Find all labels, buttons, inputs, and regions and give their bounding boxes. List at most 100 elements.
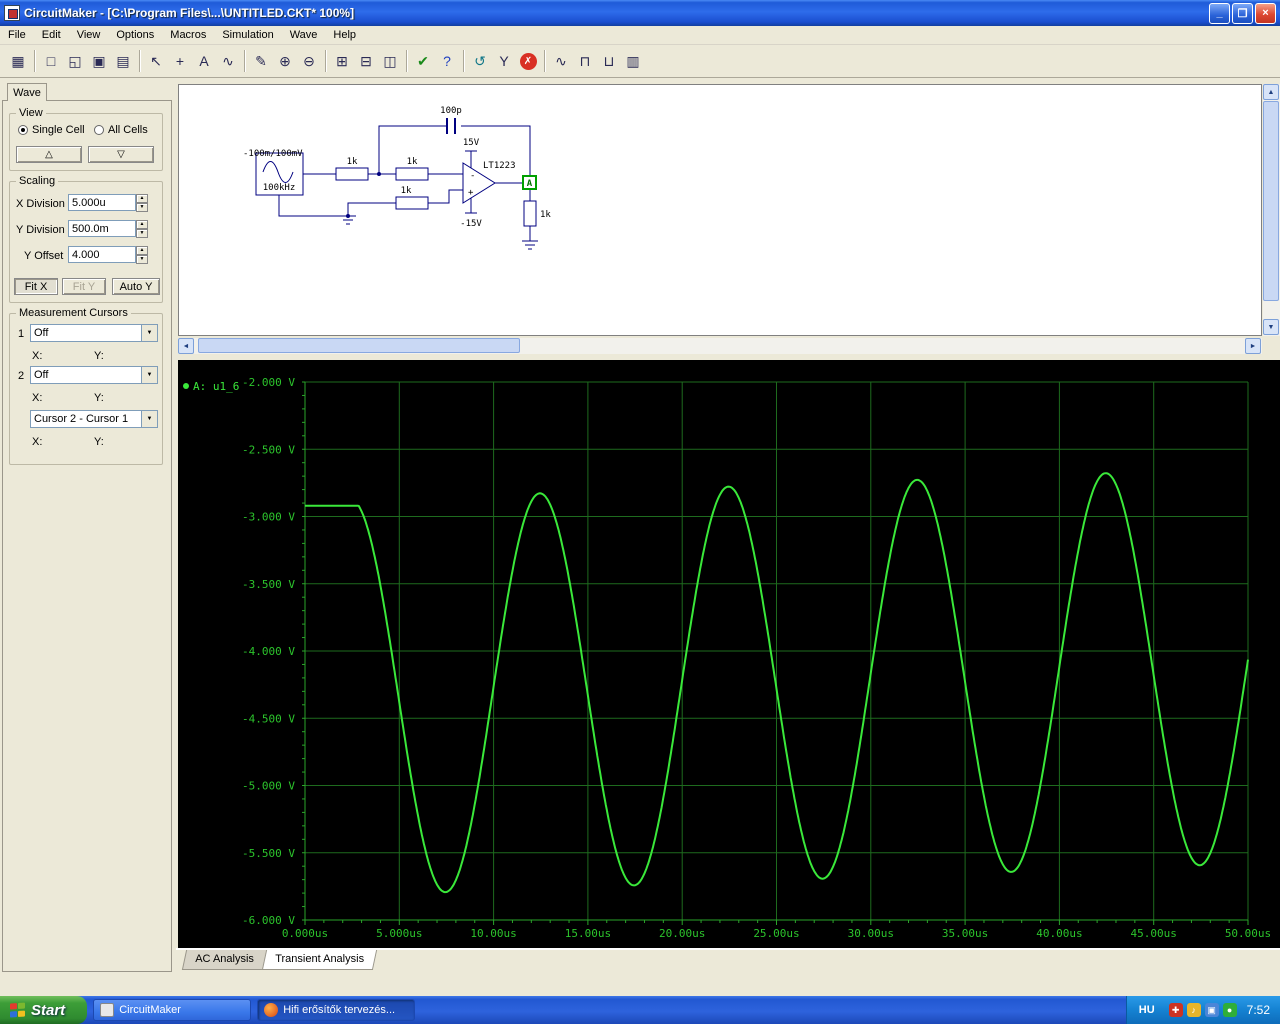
tray-icons: ✚ ♪ ▣ ● <box>1165 1003 1237 1017</box>
resistor-r1[interactable] <box>335 167 369 181</box>
menu-macros[interactable]: Macros <box>162 27 214 43</box>
y-probe-icon[interactable]: Y <box>492 49 516 73</box>
fit-x-button[interactable]: Fit X <box>14 278 58 295</box>
menu-simulation[interactable]: Simulation <box>214 27 281 43</box>
menu-file[interactable]: File <box>0 27 34 43</box>
radio-all-cells[interactable]: All Cells <box>94 124 148 136</box>
y-offset-input[interactable] <box>68 246 136 263</box>
menu-help[interactable]: Help <box>325 27 364 43</box>
spin-down-icon[interactable]: ▼ <box>136 229 148 238</box>
spin-down-icon[interactable]: ▼ <box>136 255 148 264</box>
save-icon[interactable]: ▣ <box>87 49 111 73</box>
spin-up-icon[interactable]: ▲ <box>136 220 148 229</box>
run-simulation-icon[interactable]: ✔ <box>411 49 435 73</box>
probe-tool-icon[interactable]: ✎ <box>249 49 273 73</box>
cell-down-button[interactable]: ▽ <box>88 146 154 163</box>
split-view-icon[interactable]: ◫ <box>378 49 402 73</box>
cursor1-index: 1 <box>18 328 25 340</box>
tab-wave[interactable]: Wave <box>7 83 47 101</box>
scope-display-icon[interactable]: ▥ <box>621 49 645 73</box>
radio-single-cell[interactable]: Single Cell <box>18 124 85 136</box>
schematic-canvas[interactable]: A -100m/100mV 100kHz 1k 1k 1k 100p LT122… <box>178 84 1262 336</box>
cursor-diff-x-label: X: <box>32 436 43 448</box>
zoom-out-icon[interactable]: ⊖ <box>297 49 321 73</box>
cursor2-select[interactable]: Off ▼ <box>30 366 158 384</box>
cell-up-button[interactable]: △ <box>16 146 82 163</box>
schematic-vscrollbar[interactable]: ▲ ▼ <box>1263 84 1280 336</box>
app-icon <box>4 5 20 21</box>
x-division-spinner[interactable]: ▲ ▼ <box>136 194 148 212</box>
volume-icon[interactable]: ♪ <box>1186 1003 1201 1017</box>
auto-y-button[interactable]: Auto Y <box>112 278 160 295</box>
tab-ac-analysis[interactable]: AC Analysis <box>181 950 267 970</box>
start-button[interactable]: Start <box>0 996 88 1024</box>
wire-tool-icon[interactable]: ∿ <box>216 49 240 73</box>
text-tool-icon[interactable]: A <box>192 49 216 73</box>
radio-all-cells-label: All Cells <box>108 124 148 136</box>
toolbar-separator <box>544 50 545 72</box>
scaling-group-title: Scaling <box>16 175 59 187</box>
open-folder-icon[interactable]: ◱ <box>63 49 87 73</box>
print-icon[interactable]: ▤ <box>111 49 135 73</box>
scroll-left-icon[interactable]: ◄ <box>178 338 194 354</box>
close-button[interactable]: × <box>1255 2 1276 24</box>
menu-edit[interactable]: Edit <box>34 27 69 43</box>
zoom-in-icon[interactable]: ⊕ <box>273 49 297 73</box>
mixed-display-icon[interactable]: ⊔ <box>597 49 621 73</box>
language-indicator[interactable]: HU <box>1139 1004 1155 1016</box>
resistor-load[interactable] <box>523 200 537 227</box>
task-circuitmaker[interactable]: CircuitMaker <box>93 999 252 1021</box>
capacitor-c1[interactable] <box>446 118 456 134</box>
waveform-panel[interactable]: 0.000us 5.000us 10.00us 15.00us 20.00us 25.00… <box>178 360 1280 948</box>
tab-transient-analysis[interactable]: Transient Analysis <box>261 950 377 970</box>
scroll-right-icon[interactable]: ► <box>1245 338 1261 354</box>
spin-up-icon[interactable]: ▲ <box>136 194 148 203</box>
resistor-r2[interactable] <box>395 167 429 181</box>
add-part-icon[interactable]: + <box>168 49 192 73</box>
dropdown-icon[interactable]: ▼ <box>141 325 157 341</box>
dropdown-icon[interactable]: ▼ <box>141 367 157 383</box>
spin-up-icon[interactable]: ▲ <box>136 246 148 255</box>
network-icon[interactable]: ▣ <box>1204 1003 1219 1017</box>
security-icon[interactable]: ✚ <box>1168 1003 1183 1017</box>
board-icon[interactable]: ▦ <box>6 49 30 73</box>
resistor-r3[interactable] <box>395 196 429 210</box>
messenger-icon[interactable]: ● <box>1222 1003 1237 1017</box>
schematic-area: A -100m/100mV 100kHz 1k 1k 1k 100p LT122… <box>176 78 1280 354</box>
task-browser[interactable]: Hifi erősítők tervezés... <box>257 999 416 1021</box>
vscroll-thumb[interactable] <box>1263 101 1279 301</box>
menu-wave[interactable]: Wave <box>282 27 326 43</box>
vplus-label: 15V <box>463 138 480 148</box>
cursor1-select[interactable]: Off ▼ <box>30 324 158 342</box>
analog-display-icon[interactable]: ∿ <box>549 49 573 73</box>
new-file-icon[interactable]: □ <box>39 49 63 73</box>
wave-sidebar-body: View Single Cell All Cells △ ▽ Scaling X… <box>2 100 172 972</box>
minimize-button[interactable]: _ <box>1209 2 1230 24</box>
y-division-spinner[interactable]: ▲ ▼ <box>136 220 148 238</box>
spin-down-icon[interactable]: ▼ <box>136 203 148 212</box>
reset-icon[interactable]: ↺ <box>468 49 492 73</box>
hscroll-thumb[interactable] <box>198 338 520 353</box>
x-division-input[interactable] <box>68 194 136 211</box>
schematic-hscrollbar[interactable]: ◄ ► <box>178 338 1262 354</box>
y-offset-spinner[interactable]: ▲ ▼ <box>136 246 148 264</box>
digital-display-icon[interactable]: ⊓ <box>573 49 597 73</box>
dropdown-icon[interactable]: ▼ <box>141 411 157 427</box>
y-division-input[interactable] <box>68 220 136 237</box>
system-tray: HU ✚ ♪ ▣ ● 7:52 <box>1125 996 1280 1024</box>
stop-simulation-icon[interactable]: ✗ <box>516 49 540 73</box>
rload-label: 1k <box>540 210 551 220</box>
scroll-up-icon[interactable]: ▲ <box>1263 84 1279 100</box>
find-part-icon[interactable]: ⊞ <box>330 49 354 73</box>
output-probe[interactable]: A <box>522 175 537 190</box>
restore-button[interactable]: ❐ <box>1232 2 1253 24</box>
cursor-diff-select[interactable]: Cursor 2 - Cursor 1 ▼ <box>30 410 158 428</box>
arrow-cursor-icon[interactable]: ↖ <box>144 49 168 73</box>
scroll-down-icon[interactable]: ▼ <box>1263 319 1279 335</box>
fit-page-icon[interactable]: ⊟ <box>354 49 378 73</box>
help-icon[interactable]: ? <box>435 49 459 73</box>
fit-y-button[interactable]: Fit Y <box>62 278 106 295</box>
task-browser-icon <box>264 1003 279 1017</box>
menu-view[interactable]: View <box>69 27 109 43</box>
menu-options[interactable]: Options <box>108 27 162 43</box>
